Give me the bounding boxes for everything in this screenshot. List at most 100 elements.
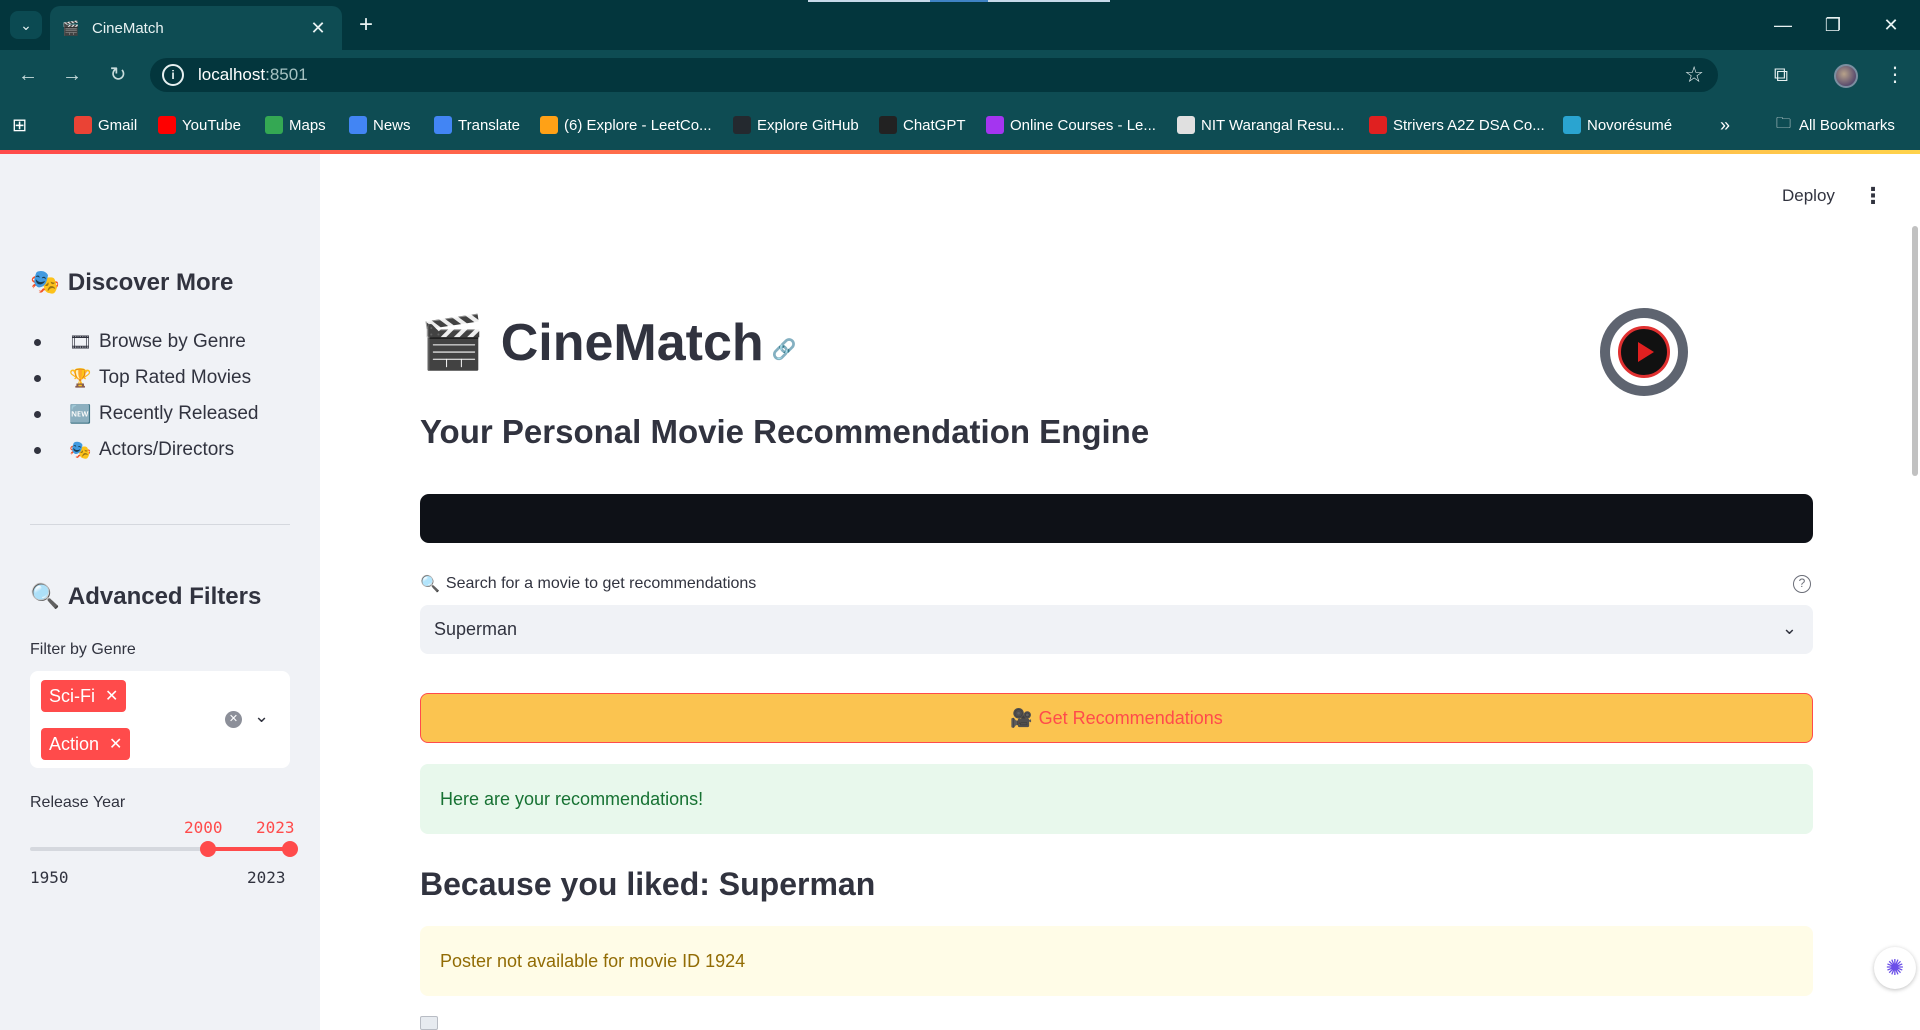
bookmark-item[interactable]: Strivers A2Z DSA Co... [1369,113,1545,137]
more-bookmarks-chevron-icon[interactable]: » [1720,113,1730,137]
clapper-favicon-icon: 🎬 [62,19,80,36]
forward-arrow-icon[interactable]: → [56,61,88,89]
profile-avatar[interactable] [1834,64,1858,88]
slider-low-value: 2000 [184,818,223,837]
movie-search-label: 🔍 Search for a movie to get recommendati… [420,574,756,594]
github-icon [733,116,751,134]
restore-button[interactable]: ❐ [1810,10,1856,40]
address-bar[interactable]: i localhost:8501 ☆ [150,58,1718,92]
bookmark-star-icon[interactable]: ☆ [1684,62,1704,88]
browser-menu-icon[interactable]: ⋮ [1880,60,1910,90]
extensions-puzzle-icon[interactable]: ⧉ [1766,60,1796,90]
bullet [34,446,41,454]
get-recommendations-label: Get Recommendations [1038,707,1223,728]
page-title: 🎬 CineMatch 🔗 [420,312,797,373]
remove-chip-icon[interactable]: ✕ [105,686,118,706]
slider-max-label: 2023 [247,868,286,887]
year-slider-high-thumb[interactable] [282,841,298,857]
chevron-down-icon[interactable]: ⌄ [1782,618,1797,639]
bookmark-item[interactable]: Gmail [74,113,137,137]
browser-toolbar: ← → ↻ i localhost:8501 ☆ ⧉ ⋮ [0,50,1920,100]
browser-tab[interactable]: 🎬 CineMatch ✕ [50,6,342,50]
app-menu-icon[interactable]: ⋮ [1862,183,1884,209]
year-slider-fill [208,847,290,851]
close-window-button[interactable]: ✕ [1868,10,1914,40]
bullet [34,374,41,382]
movie-camera-icon: 🎥 [1010,707,1033,728]
slider-min-label: 1950 [30,868,69,887]
minimize-button[interactable]: — [1760,10,1806,40]
advanced-filters-title: Advanced Filters [67,582,262,610]
bookmark-item[interactable]: Explore GitHub [733,113,859,137]
advanced-filters-heading: 🔍 Advanced Filters [30,582,261,611]
get-recommendations-button[interactable]: 🎥 Get Recommendations [420,693,1813,743]
bookmark-label: Novorésumé [1587,116,1673,134]
magnifier-icon: 🔍 [420,576,440,593]
page-subtitle: Your Personal Movie Recommendation Engin… [420,413,1150,450]
reload-icon[interactable]: ↻ [102,61,134,89]
tab-search-button[interactable]: ⌄ [10,11,42,39]
discover-more-title: Discover More [67,268,234,296]
anchor-link-icon[interactable]: 🔗 [772,337,797,362]
discover-list: 🎞 Browse by Genre 🏆 Top Rated Movies 🆕 Recent… [30,324,258,468]
folder-icon: 🗀 [1776,114,1792,132]
youtube-icon [158,116,176,134]
all-bookmarks-button[interactable]: 🗀 All Bookmarks [1776,113,1895,137]
discover-item-label: Top Rated Movies [99,367,252,388]
bookmark-item[interactable]: ChatGPT [879,113,966,137]
help-icon[interactable]: ? [1793,575,1811,593]
deploy-button[interactable]: Deploy [1782,186,1835,206]
bookmark-label: News [373,116,411,134]
discover-more-heading: 🎭 Discover More [30,268,233,297]
year-slider-low-thumb[interactable] [200,841,216,857]
gmail-icon [74,116,92,134]
discover-list-item: 🎞 Browse by Genre [30,324,258,360]
list-item-icon: 🎭 [69,439,92,460]
discover-item-label: Actors/Directors [99,439,235,460]
movie-select-value: Superman [434,619,518,639]
url-port: :8501 [265,65,308,84]
brain-assistant-icon[interactable]: ✺ [1874,947,1916,989]
bookmark-item[interactable]: Novorésumé [1563,113,1672,137]
bookmarks-bar: ⊞ Gmail YouTube Maps News Translate (6) Explo… [0,100,1920,150]
success-alert: Here are your recommendations! [420,764,1813,834]
bookmark-item[interactable]: Online Courses - Le... [986,113,1156,137]
novoresume-icon [1563,116,1581,134]
bookmark-label: Maps [289,116,326,134]
movie-select[interactable]: Superman ⌄ [420,605,1813,654]
bookmark-item[interactable]: (6) Explore - LeetCo... [540,113,712,137]
tab-title: CineMatch [92,19,164,37]
nitw-icon [1177,116,1195,134]
list-item-icon: 🆕 [69,403,92,424]
magnifier-icon: 🔍 [30,583,60,610]
list-item-icon: 🏆 [69,367,92,388]
bullet [34,410,41,418]
genre-multiselect[interactable]: Sci-Fi ✕ Action ✕ ✕ ⌄ [30,671,290,768]
discover-list-item: 🎭 Actors/Directors [30,432,258,468]
bookmark-item[interactable]: YouTube [158,113,241,137]
genre-chip-label: Action [49,733,100,754]
site-info-icon[interactable]: i [162,64,184,86]
tuf-icon [1369,116,1387,134]
bookmark-item[interactable]: Translate [434,113,520,137]
bookmark-item[interactable]: News [349,113,411,137]
dark-banner [420,494,1813,543]
remove-chip-icon[interactable]: ✕ [109,734,122,754]
genre-chip-scifi[interactable]: Sci-Fi ✕ [41,680,127,712]
apps-grid-icon[interactable]: ⊞ [12,113,27,137]
clear-all-icon[interactable]: ✕ [225,711,242,728]
genre-chip-action[interactable]: Action ✕ [41,728,131,760]
bookmark-item[interactable]: Maps [265,113,326,137]
udemy-icon [986,116,1004,134]
chevron-down-icon[interactable]: ⌄ [254,706,269,727]
tab-close-icon[interactable]: ✕ [306,18,330,39]
theater-masks-icon: 🎭 [30,269,60,296]
scrollbar[interactable] [1912,226,1918,476]
bookmark-label: Strivers A2Z DSA Co... [1393,116,1545,134]
bookmark-label: ChatGPT [903,116,966,134]
back-arrow-icon[interactable]: ← [12,61,44,89]
sidebar: 🎭 Discover More 🎞 Browse by Genre 🏆 Top Rat… [0,154,320,1030]
new-tab-button[interactable]: + [352,12,380,40]
discover-list-item: 🆕 Recently Released [30,396,258,432]
bookmark-item[interactable]: NIT Warangal Resu... [1177,113,1344,137]
